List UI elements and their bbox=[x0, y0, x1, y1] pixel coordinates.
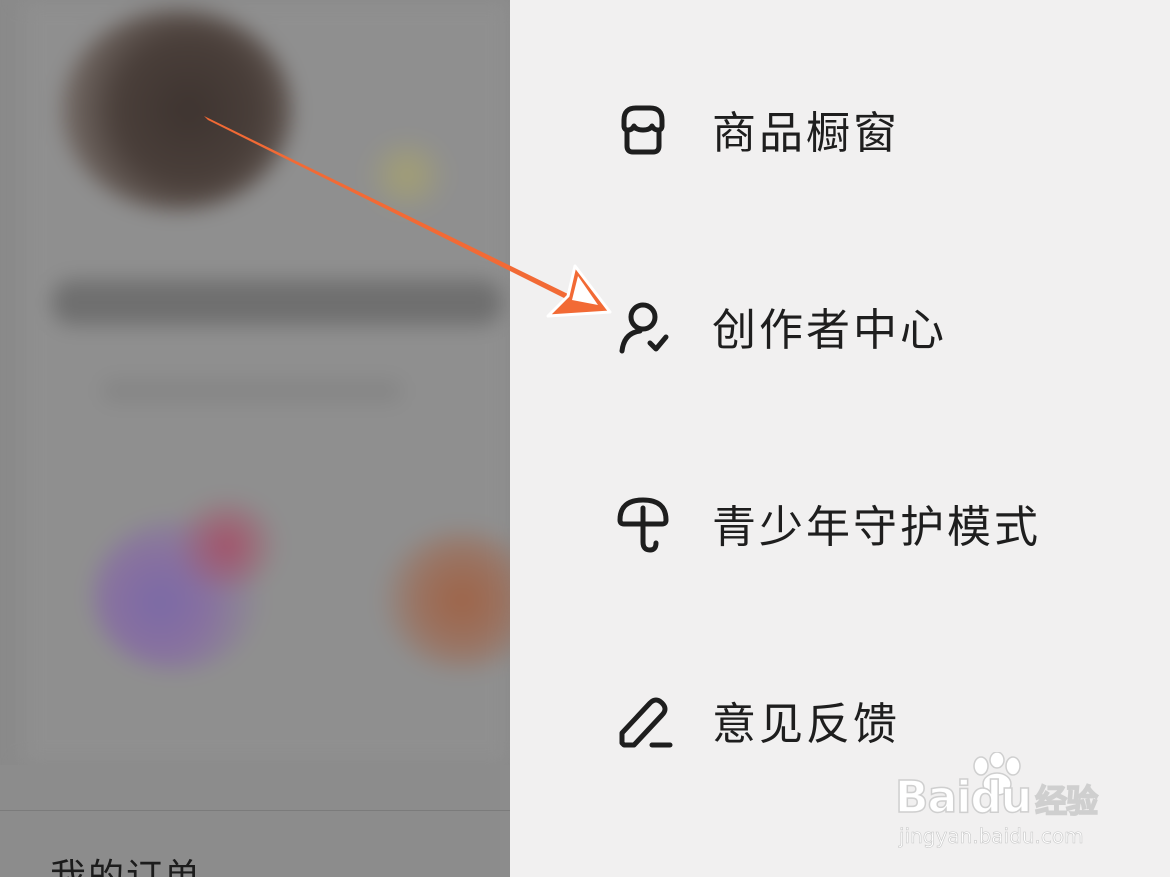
section-divider bbox=[0, 810, 510, 811]
creator-person-check-icon bbox=[610, 293, 676, 359]
watermark-brand-bai: Bai bbox=[894, 771, 972, 824]
blurred-profile-content bbox=[22, 0, 510, 765]
menu-item-label: 创作者中心 bbox=[712, 305, 947, 356]
blurred-bio-bar bbox=[52, 280, 502, 325]
menu-item-label: 意见反馈 bbox=[712, 699, 900, 750]
watermark-brand-du: du bbox=[970, 771, 1033, 824]
menu-item-label: 商品橱窗 bbox=[712, 108, 900, 159]
blurred-text-line bbox=[102, 380, 402, 402]
menu-item-storefront[interactable]: 商品橱窗 bbox=[610, 84, 900, 174]
pen-feedback-icon bbox=[610, 687, 676, 753]
my-orders-label[interactable]: 我的订单 bbox=[50, 848, 202, 877]
menu-item-feedback[interactable]: 意见反馈 bbox=[610, 675, 900, 765]
screen: 我的订单 商品橱窗 创作者中心 bbox=[0, 0, 1170, 877]
profile-avatar bbox=[62, 10, 292, 210]
dimmed-profile-page[interactable]: 我的订单 bbox=[0, 0, 510, 877]
umbrella-icon bbox=[610, 490, 676, 556]
baidu-jingyan-watermark: Baidu 经验 jingyan.baidu.com bbox=[894, 752, 1135, 852]
storefront-icon bbox=[610, 96, 676, 162]
menu-item-label: 青少年守护模式 bbox=[712, 502, 1041, 553]
watermark-url: jingyan.baidu.com bbox=[899, 824, 1084, 849]
blurred-notification-dot bbox=[172, 500, 282, 590]
menu-item-youth-mode[interactable]: 青少年守护模式 bbox=[610, 478, 1041, 568]
menu-item-creator-center[interactable]: 创作者中心 bbox=[610, 281, 947, 371]
side-drawer-menu: 商品橱窗 创作者中心 青少年守护模式 意见反馈 bbox=[510, 0, 1170, 877]
watermark-brand: Baidu 经验 bbox=[894, 771, 1099, 824]
watermark-brand-jingyan: 经验 bbox=[1034, 781, 1099, 821]
blurred-badge bbox=[362, 140, 452, 210]
blurred-app-icon-orange bbox=[382, 530, 510, 670]
